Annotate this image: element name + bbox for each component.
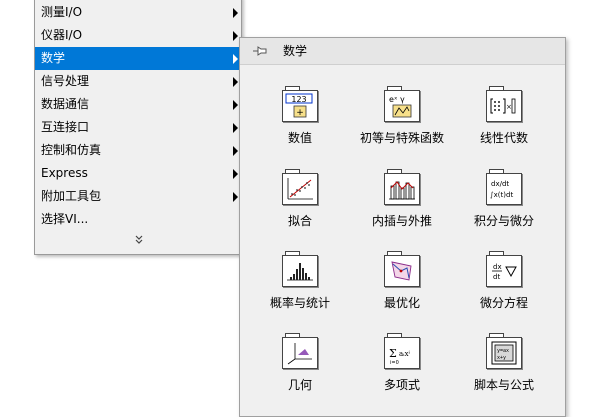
numeric-123-icon: 123 + [282, 86, 318, 122]
submenu-arrow-icon [233, 8, 238, 18]
menu-item-label: 选择VI... [41, 212, 89, 226]
probability-statistics-icon [282, 251, 318, 287]
palette-header: 数学 [240, 38, 565, 65]
palette-item-differential-equations[interactable]: dx dt 微分方程 [454, 241, 554, 321]
palette-item-label: 微分方程 [479, 296, 528, 310]
linear-algebra-matrix-icon: × [486, 86, 522, 122]
menu-item-signal-processing[interactable]: 信号处理 [35, 70, 241, 93]
menu-item-label: 附加工具包 [41, 189, 102, 203]
submenu-arrow-icon [233, 77, 238, 87]
palette-item-label: 拟合 [287, 214, 312, 228]
palette-item-numeric[interactable]: 123 + 数值 [250, 76, 350, 156]
palette-item-integration[interactable]: dx/dt ∫x(t)dt 积分与微分 [454, 159, 554, 239]
menu-item-connectivity[interactable]: 互连接口 [35, 116, 241, 139]
optimization-icon [384, 251, 420, 287]
submenu-arrow-icon [233, 192, 238, 202]
palette-item-label: 概率与统计 [269, 296, 330, 310]
menu-item-express[interactable]: Express [35, 162, 241, 185]
svg-text:eˣ γ: eˣ γ [389, 95, 405, 104]
palette-item-fitting[interactable]: 拟合 [250, 159, 350, 239]
palette-item-interpolation[interactable]: 内插与外推 [352, 159, 452, 239]
svg-text:y=ax: y=ax [497, 348, 509, 354]
palette-item-label: 脚本与公式 [473, 378, 534, 392]
palette-item-label: 几何 [287, 378, 312, 392]
svg-text:Σ: Σ [389, 347, 397, 360]
submenu-arrow-icon [233, 146, 238, 156]
menu-item-instrument-io[interactable]: 仪器I/O [35, 24, 241, 47]
polynomial-icon: Σ aᵢxⁱ i=0 [384, 333, 420, 369]
palette-item-geometry[interactable]: 几何 [250, 323, 350, 403]
submenu-arrow-icon [233, 100, 238, 110]
palette-item-label: 多项式 [383, 378, 420, 392]
menu-item-label: Express [41, 166, 88, 180]
submenu-arrow-icon [233, 54, 238, 64]
palette-item-label: 内插与外推 [371, 214, 432, 228]
palette-item-optimization[interactable]: 最优化 [352, 241, 452, 321]
menu-item-addons[interactable]: 附加工具包 [35, 185, 241, 208]
svg-text:dt: dt [493, 273, 500, 281]
interpolation-extrapolation-icon [384, 169, 420, 205]
palette-item-probability[interactable]: 概率与统计 [250, 241, 350, 321]
palette-item-linear-algebra[interactable]: × 线性代数 [454, 76, 554, 156]
menu-item-label: 仪器I/O [41, 28, 83, 42]
svg-text:aᵢxⁱ: aᵢxⁱ [399, 350, 411, 358]
differential-equations-icon: dx dt [486, 251, 522, 287]
integration-differentiation-icon: dx/dt ∫x(t)dt [486, 169, 522, 205]
script-formula-icon: y=ax x+y [486, 333, 522, 369]
palette-item-label: 最优化 [383, 296, 420, 310]
svg-text:x+y: x+y [497, 355, 506, 361]
palette-item-polynomial[interactable]: Σ aᵢxⁱ i=0 多项式 [352, 323, 452, 403]
menu-item-label: 测量I/O [41, 5, 83, 19]
menu-item-control-simulation[interactable]: 控制和仿真 [35, 139, 241, 162]
submenu-arrow-icon [233, 169, 238, 179]
menu-item-mathematics[interactable]: 数学 [35, 47, 241, 70]
palette-item-script-formula[interactable]: y=ax x+y 脚本与公式 [454, 323, 554, 403]
submenu-arrow-icon [233, 123, 238, 133]
menu-item-label: 信号处理 [41, 74, 90, 88]
svg-text:+: + [296, 108, 304, 118]
palette-item-label: 线性代数 [479, 131, 528, 145]
palette-item-label: 数值 [287, 131, 312, 145]
svg-text:∫x(t)dt: ∫x(t)dt [490, 191, 513, 199]
menu-item-label: 控制和仿真 [41, 143, 102, 157]
svg-text:123: 123 [291, 95, 306, 104]
palette-title: 数学 [283, 44, 308, 58]
palette-item-elementary-special[interactable]: eˣ γ 初等与特殊函数 [352, 76, 452, 156]
functions-menu: 测量I/O 仪器I/O 数学 信号处理 数据通信 互连接口 控制和仿真 Expr… [34, 0, 242, 255]
math-palette: 数学 123 + 数值 eˣ γ 初等与特殊函数 × 线性代数 拟合 内插与外推… [239, 37, 566, 417]
pin-icon[interactable] [252, 44, 268, 58]
menu-item-select-vi[interactable]: 选择VI... [35, 208, 241, 231]
submenu-arrow-icon [233, 31, 238, 41]
palette-item-label: 积分与微分 [473, 214, 534, 228]
menu-item-label: 互连接口 [41, 120, 90, 134]
curve-fitting-icon [282, 169, 318, 205]
menu-item-data-communication[interactable]: 数据通信 [35, 93, 241, 116]
palette-item-label: 初等与特殊函数 [359, 131, 444, 145]
menu-item-label: 数学 [41, 51, 66, 65]
svg-text:dx/dt: dx/dt [491, 180, 509, 188]
svg-text:×: × [506, 103, 512, 111]
menu-item-measurement-io[interactable]: 测量I/O [35, 1, 241, 24]
menu-item-label: 数据通信 [41, 97, 90, 111]
svg-text:i=0: i=0 [390, 360, 399, 366]
expand-more-icon[interactable] [131, 235, 147, 247]
svg-text:dx: dx [493, 263, 502, 271]
elementary-special-functions-icon: eˣ γ [384, 86, 420, 122]
geometry-axes-icon [282, 333, 318, 369]
